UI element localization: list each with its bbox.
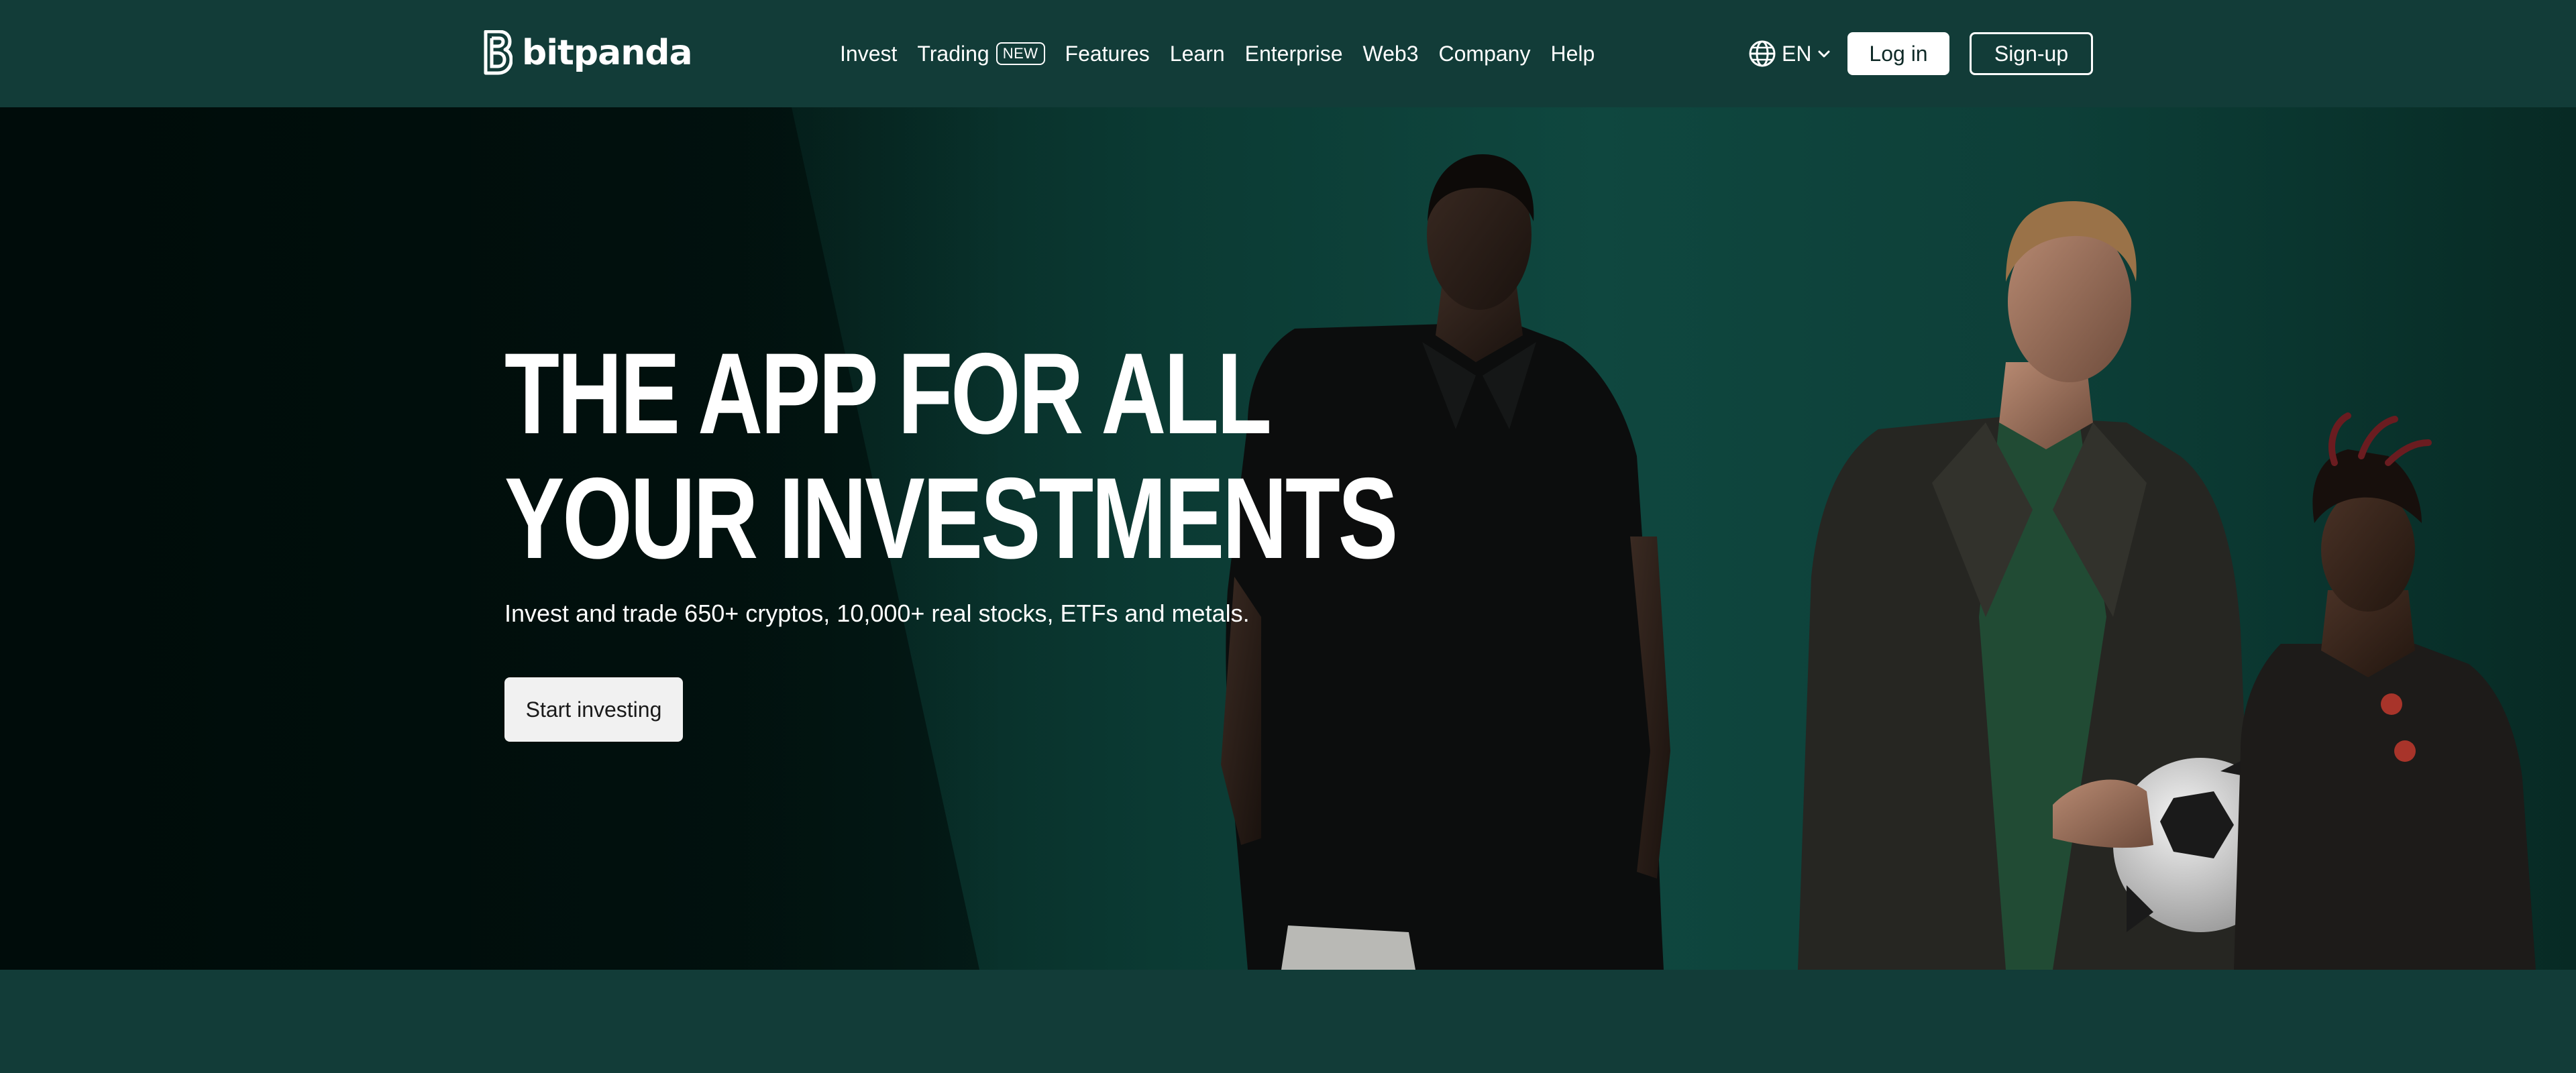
nav-item-label: Learn — [1169, 41, 1225, 66]
top-navigation: bitpanda Invest Trading NEW Features Lea… — [0, 0, 2576, 107]
nav-item-invest[interactable]: Invest — [840, 42, 897, 66]
new-badge: NEW — [996, 42, 1045, 65]
headline-line-2: YOUR INVESTMENTS — [504, 454, 1398, 583]
nav-item-label: Web3 — [1362, 41, 1419, 66]
chevron-down-icon — [1818, 50, 1830, 58]
nav-item-label: Company — [1438, 41, 1531, 66]
start-investing-button[interactable]: Start investing — [504, 677, 683, 742]
nav-item-label: Help — [1550, 41, 1595, 66]
nav-item-learn[interactable]: Learn — [1170, 42, 1225, 66]
nav-item-label: Trading — [917, 41, 989, 66]
nav-item-web3[interactable]: Web3 — [1362, 42, 1418, 66]
nav-item-company[interactable]: Company — [1439, 42, 1531, 66]
nav-item-label: Invest — [840, 41, 898, 66]
nav-item-help[interactable]: Help — [1550, 42, 1595, 66]
nav-item-label: Features — [1065, 41, 1150, 66]
login-button[interactable]: Log in — [1847, 32, 1949, 75]
hero-headline: THE APP FOR ALL YOUR INVESTMENTS — [504, 329, 1398, 583]
hero-subtitle: Invest and trade 650+ cryptos, 10,000+ r… — [504, 600, 1250, 627]
bitpanda-logo-icon — [484, 30, 513, 75]
language-label: EN — [1782, 41, 1812, 66]
nav-item-enterprise[interactable]: Enterprise — [1245, 42, 1343, 66]
headline-line-1: THE APP FOR ALL — [504, 329, 1272, 458]
signup-button[interactable]: Sign-up — [1970, 32, 2093, 75]
globe-icon — [1749, 40, 1776, 67]
nav-item-features[interactable]: Features — [1065, 42, 1150, 66]
main-menu: Invest Trading NEW Features Learn Enterp… — [840, 35, 1595, 72]
hero-section: THE APP FOR ALL YOUR INVESTMENTS Invest … — [0, 107, 2576, 970]
nav-item-trading[interactable]: Trading NEW — [917, 41, 1045, 66]
bitpanda-logo[interactable]: bitpanda — [482, 30, 693, 76]
language-selector[interactable]: EN — [1748, 38, 1831, 70]
nav-item-label: Enterprise — [1244, 41, 1343, 66]
logo-wordmark: bitpanda — [522, 33, 693, 73]
section-below-hero — [0, 970, 2576, 1073]
